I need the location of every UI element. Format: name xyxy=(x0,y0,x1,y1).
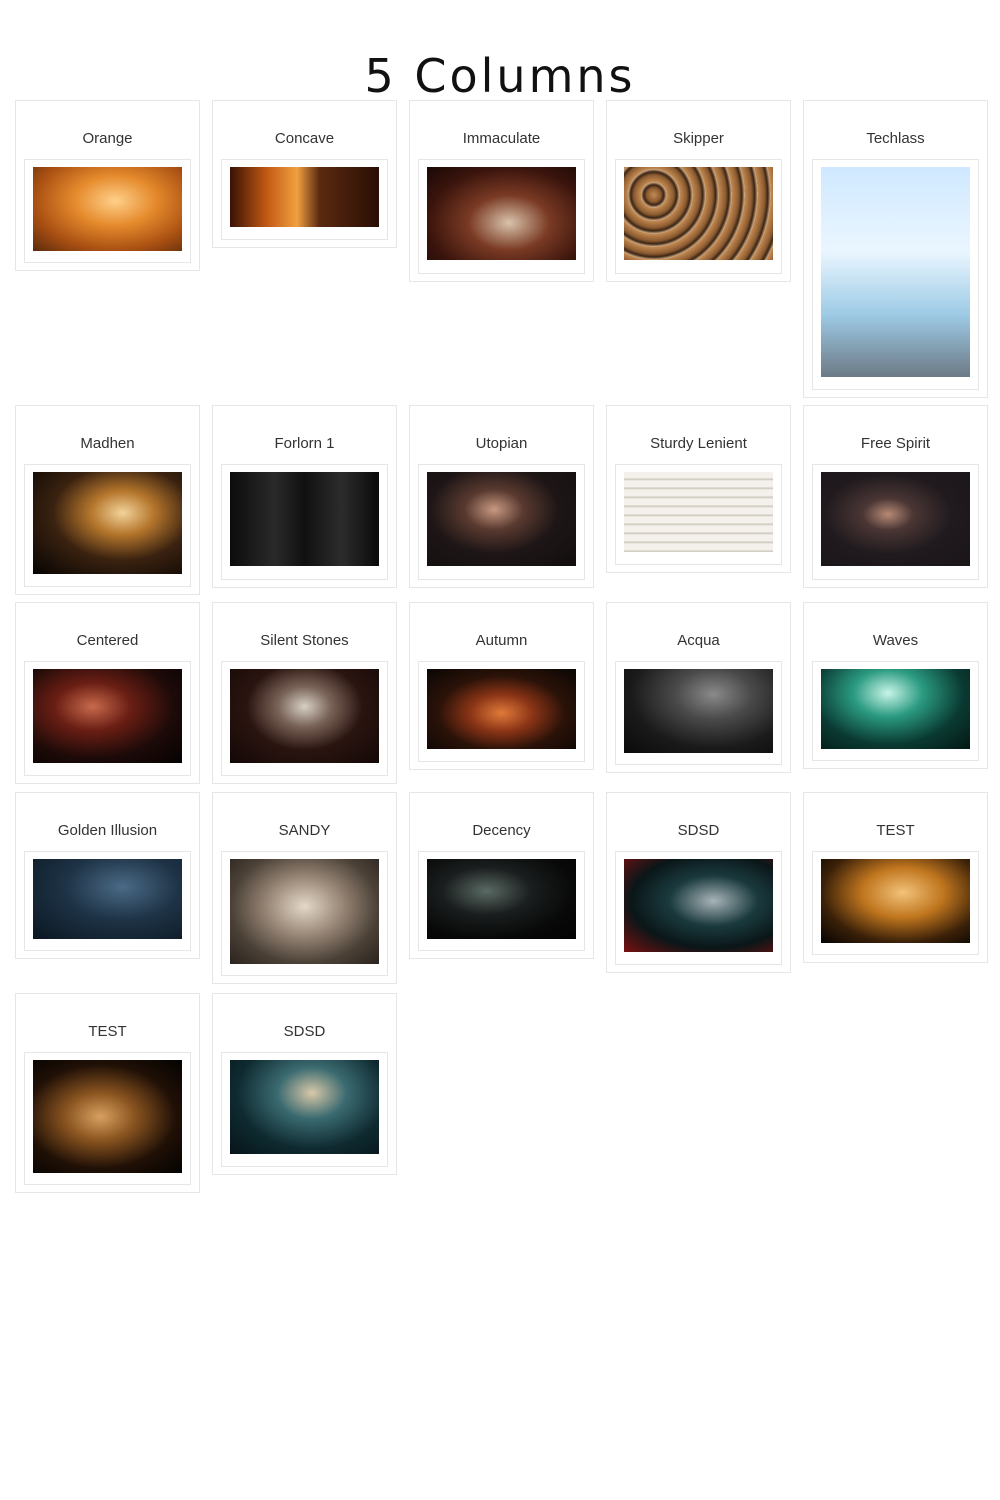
photo-frame xyxy=(615,159,782,274)
gallery-card-title[interactable]: Centered xyxy=(16,632,199,649)
gallery-card[interactable]: TEST xyxy=(15,993,200,1193)
gallery-card[interactable]: Waves xyxy=(803,602,988,769)
photo-frame xyxy=(812,661,979,761)
gallery-card-title[interactable]: Madhen xyxy=(16,435,199,452)
photo-frame xyxy=(615,851,782,965)
gallery-card-title[interactable]: Concave xyxy=(213,130,396,147)
gallery-card[interactable]: Forlorn 1 xyxy=(212,405,397,588)
gallery-thumbnail-image[interactable] xyxy=(624,167,773,260)
photo-frame xyxy=(221,464,388,580)
gallery-card-title[interactable]: TEST xyxy=(16,1023,199,1040)
gallery-card-title[interactable]: Utopian xyxy=(410,435,593,452)
gallery-thumbnail-image[interactable] xyxy=(427,472,576,566)
gallery-thumbnail-image[interactable] xyxy=(821,859,970,943)
gallery-thumbnail-image[interactable] xyxy=(33,167,182,251)
gallery-thumbnail-image[interactable] xyxy=(624,669,773,753)
photo-frame xyxy=(615,661,782,765)
gallery-card[interactable]: Madhen xyxy=(15,405,200,595)
gallery-thumbnail-image[interactable] xyxy=(33,1060,182,1173)
photo-frame xyxy=(418,464,585,580)
gallery-card-title[interactable]: Skipper xyxy=(607,130,790,147)
photo-frame xyxy=(221,1052,388,1167)
gallery-card-title[interactable]: SDSD xyxy=(213,1023,396,1040)
gallery-card[interactable]: Golden Illusion xyxy=(15,792,200,959)
photo-frame xyxy=(418,661,585,762)
gallery-thumbnail-image[interactable] xyxy=(230,167,379,227)
photo-frame xyxy=(24,1052,191,1185)
page-title: 5 Columns xyxy=(364,48,636,103)
gallery-card-title[interactable]: SDSD xyxy=(607,822,790,839)
gallery-thumbnail-image[interactable] xyxy=(624,472,773,552)
photo-frame xyxy=(812,464,979,580)
gallery-card[interactable]: Utopian xyxy=(409,405,594,588)
gallery-card-title[interactable]: SANDY xyxy=(213,822,396,839)
gallery-card[interactable]: SDSD xyxy=(212,993,397,1175)
gallery-card[interactable]: Sturdy Lenient xyxy=(606,405,791,573)
gallery-card-title[interactable]: Sturdy Lenient xyxy=(607,435,790,452)
photo-frame xyxy=(812,851,979,955)
gallery-thumbnail-image[interactable] xyxy=(33,472,182,574)
gallery-thumbnail-image[interactable] xyxy=(821,669,970,749)
gallery-card[interactable]: Autumn xyxy=(409,602,594,770)
gallery-card-title[interactable]: Immaculate xyxy=(410,130,593,147)
gallery-thumbnail-image[interactable] xyxy=(821,167,970,377)
gallery-card[interactable]: TEST xyxy=(803,792,988,963)
photo-frame xyxy=(24,159,191,263)
gallery-card-title[interactable]: Decency xyxy=(410,822,593,839)
gallery-card[interactable]: Orange xyxy=(15,100,200,271)
gallery-thumbnail-image[interactable] xyxy=(230,1060,379,1154)
photo-frame xyxy=(221,661,388,776)
gallery-thumbnail-image[interactable] xyxy=(427,859,576,939)
gallery-card-title[interactable]: Silent Stones xyxy=(213,632,396,649)
gallery-card-title[interactable]: Golden Illusion xyxy=(16,822,199,839)
gallery-thumbnail-image[interactable] xyxy=(230,472,379,566)
photo-frame xyxy=(24,851,191,951)
photo-frame xyxy=(812,159,979,390)
gallery-card[interactable]: Techlass xyxy=(803,100,988,398)
gallery-card[interactable]: SDSD xyxy=(606,792,791,973)
gallery-thumbnail-image[interactable] xyxy=(821,472,970,566)
gallery-card-title[interactable]: Autumn xyxy=(410,632,593,649)
gallery-card[interactable]: Skipper xyxy=(606,100,791,282)
gallery-thumbnail-image[interactable] xyxy=(427,669,576,749)
gallery-card-title[interactable]: Acqua xyxy=(607,632,790,649)
gallery-card[interactable]: SANDY xyxy=(212,792,397,984)
photo-frame xyxy=(418,159,585,274)
gallery-card[interactable]: Decency xyxy=(409,792,594,959)
gallery-thumbnail-image[interactable] xyxy=(230,669,379,763)
gallery-card-title[interactable]: Techlass xyxy=(804,130,987,147)
gallery-card[interactable]: Centered xyxy=(15,602,200,784)
gallery-card[interactable]: Immaculate xyxy=(409,100,594,282)
gallery-thumbnail-image[interactable] xyxy=(33,859,182,939)
photo-frame xyxy=(221,159,388,240)
gallery-thumbnail-image[interactable] xyxy=(33,669,182,763)
gallery-card[interactable]: Concave xyxy=(212,100,397,248)
photo-frame xyxy=(221,851,388,976)
gallery-card-title[interactable]: TEST xyxy=(804,822,987,839)
photo-frame xyxy=(24,661,191,776)
gallery-card-title[interactable]: Free Spirit xyxy=(804,435,987,452)
gallery-card[interactable]: Free Spirit xyxy=(803,405,988,588)
gallery-card-title[interactable]: Waves xyxy=(804,632,987,649)
photo-frame xyxy=(615,464,782,565)
gallery-thumbnail-image[interactable] xyxy=(624,859,773,952)
gallery-card-title[interactable]: Forlorn 1 xyxy=(213,435,396,452)
gallery-card[interactable]: Acqua xyxy=(606,602,791,773)
gallery-card[interactable]: Silent Stones xyxy=(212,602,397,784)
gallery-card-title[interactable]: Orange xyxy=(16,130,199,147)
gallery-thumbnail-image[interactable] xyxy=(427,167,576,260)
photo-frame xyxy=(418,851,585,951)
photo-frame xyxy=(24,464,191,587)
gallery-thumbnail-image[interactable] xyxy=(230,859,379,964)
